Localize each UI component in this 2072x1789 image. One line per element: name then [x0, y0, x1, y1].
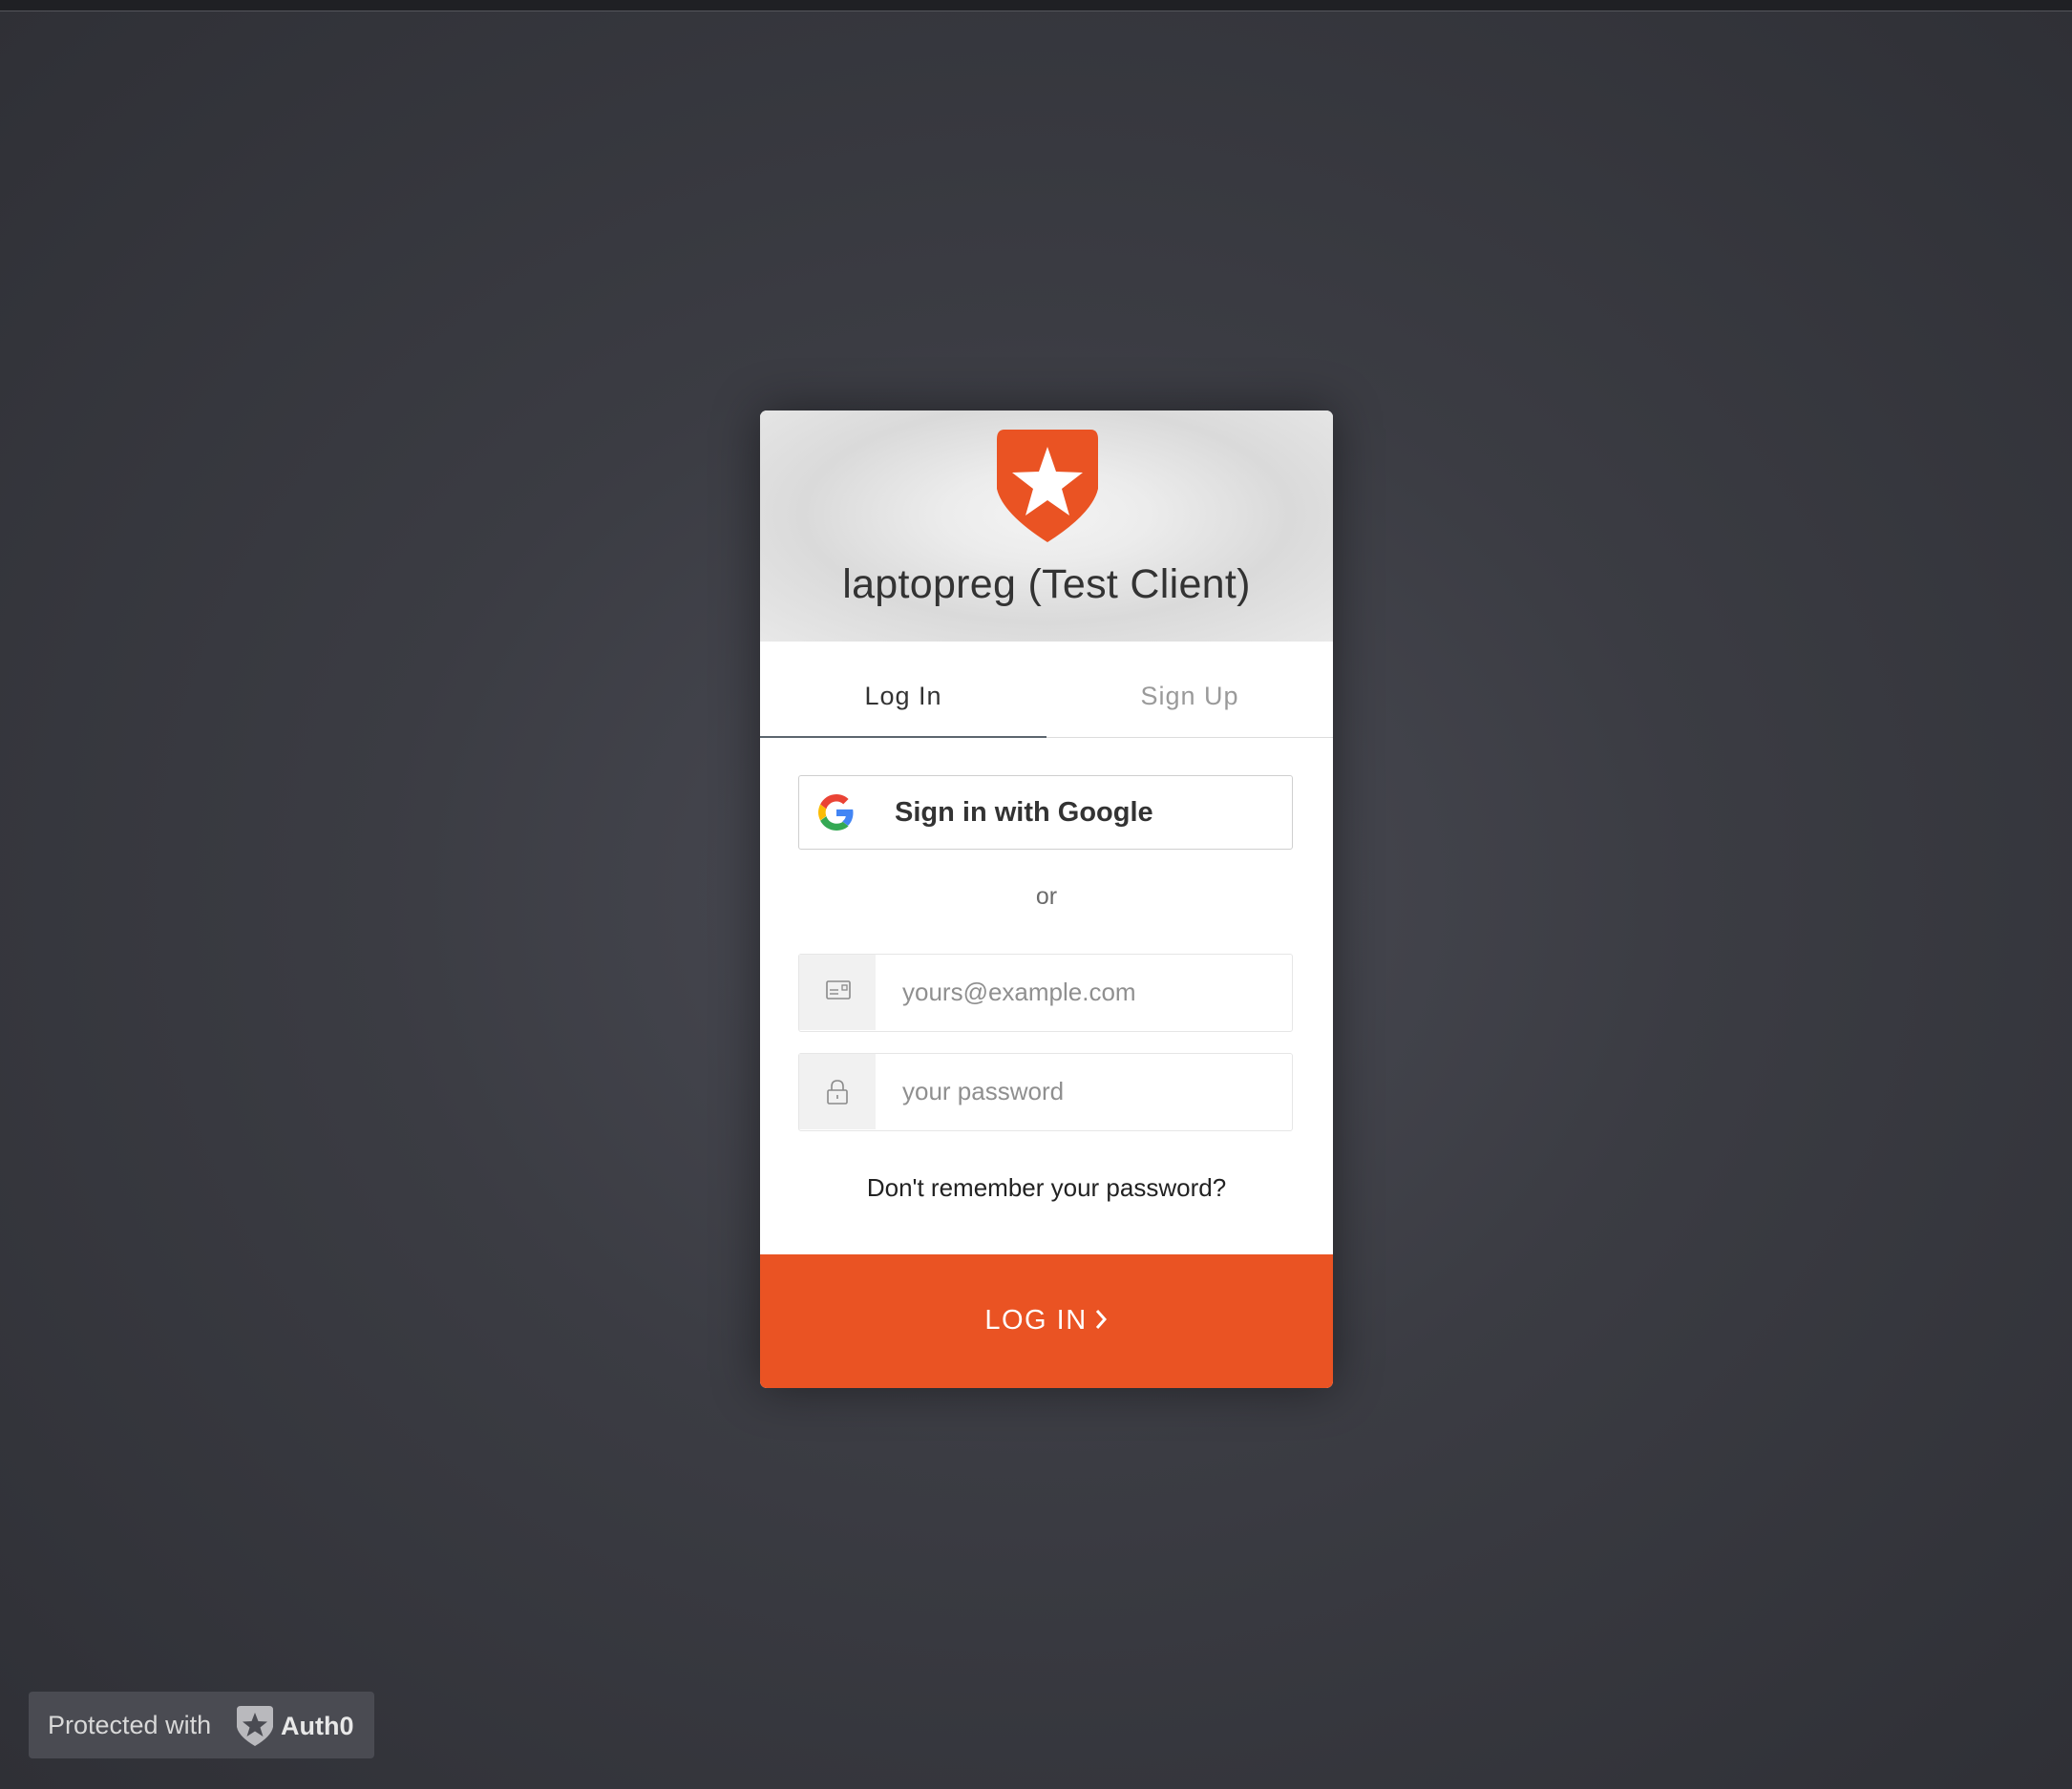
- password-icon-box: [799, 1054, 876, 1129]
- lock-icon: [827, 1080, 848, 1105]
- card-header: laptopreg (Test Client): [760, 410, 1333, 642]
- email-icon-box: [799, 955, 876, 1030]
- or-divider: or: [1035, 883, 1058, 910]
- auth0-badge[interactable]: Protected with Auth0: [29, 1692, 374, 1758]
- email-field-wrapper: [798, 954, 1293, 1032]
- auth-tabs: Log In Sign Up: [760, 642, 1333, 738]
- google-signin-label: Sign in with Google: [895, 797, 1153, 828]
- app-title: laptopreg (Test Client): [842, 561, 1251, 607]
- window-top-bar: [0, 0, 2072, 11]
- envelope-icon: [826, 980, 851, 1000]
- log-in-button[interactable]: LOG IN: [760, 1254, 1333, 1388]
- auth0-shield-star-icon: [997, 430, 1098, 542]
- badge-prefix: Protected with: [48, 1711, 212, 1739]
- chevron-right-icon: [1095, 1310, 1107, 1330]
- google-signin-button[interactable]: Sign in with Google: [798, 775, 1293, 850]
- password-field-wrapper: [798, 1053, 1293, 1131]
- login-card: laptopreg (Test Client) Log In Sign Up S…: [760, 410, 1333, 1388]
- badge-brand: Auth0: [281, 1712, 354, 1740]
- auth0-badge-logo-icon: [237, 1706, 273, 1746]
- forgot-password-link[interactable]: Don't remember your password?: [760, 1173, 1333, 1203]
- log-in-button-label-wrap: LOG IN: [760, 1254, 1333, 1386]
- email-input[interactable]: [876, 955, 1290, 1030]
- tab-sign-up[interactable]: Sign Up: [1047, 642, 1333, 737]
- log-in-button-label: LOG IN: [984, 1305, 1088, 1336]
- password-input[interactable]: [876, 1054, 1290, 1129]
- google-g-icon: [818, 794, 854, 831]
- tab-log-in[interactable]: Log In: [760, 642, 1047, 738]
